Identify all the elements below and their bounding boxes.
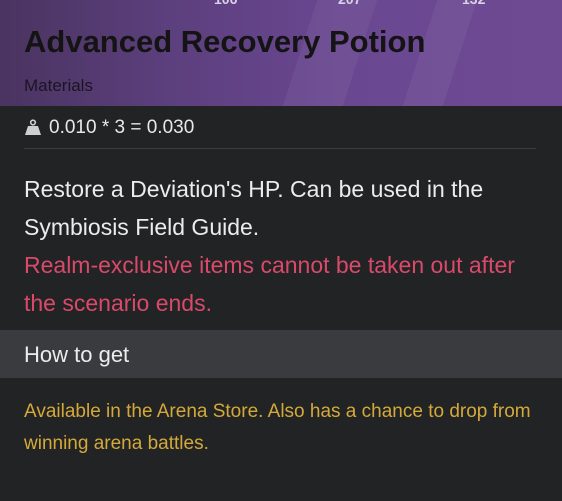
how-to-get-header: How to get — [0, 330, 562, 378]
header-stat-3: 132 — [462, 0, 485, 5]
item-tooltip: 106 207 132 Advanced Recovery Potion Mat… — [0, 0, 562, 501]
header-stat-numbers: 106 207 132 — [0, 0, 562, 5]
item-name: Advanced Recovery Potion — [24, 24, 426, 59]
how-to-get-title: How to get — [24, 342, 130, 367]
header-stat-2: 207 — [338, 0, 361, 5]
divider — [24, 148, 536, 149]
item-header: 106 207 132 Advanced Recovery Potion Mat… — [0, 0, 562, 106]
how-to-get-text: Available in the Arena Store. Also has a… — [24, 401, 531, 454]
item-description: Restore a Deviation's HP. Can be used in… — [24, 176, 484, 240]
weight-icon — [25, 119, 41, 135]
weight-row: 0.010 * 3 = 0.030 — [24, 116, 194, 140]
weight-formula: 0.010 * 3 = 0.030 — [49, 117, 195, 138]
header-stat-1: 106 — [214, 0, 237, 5]
realm-warning: Realm-exclusive items cannot be taken ou… — [24, 252, 515, 316]
item-category: Materials — [24, 76, 93, 95]
